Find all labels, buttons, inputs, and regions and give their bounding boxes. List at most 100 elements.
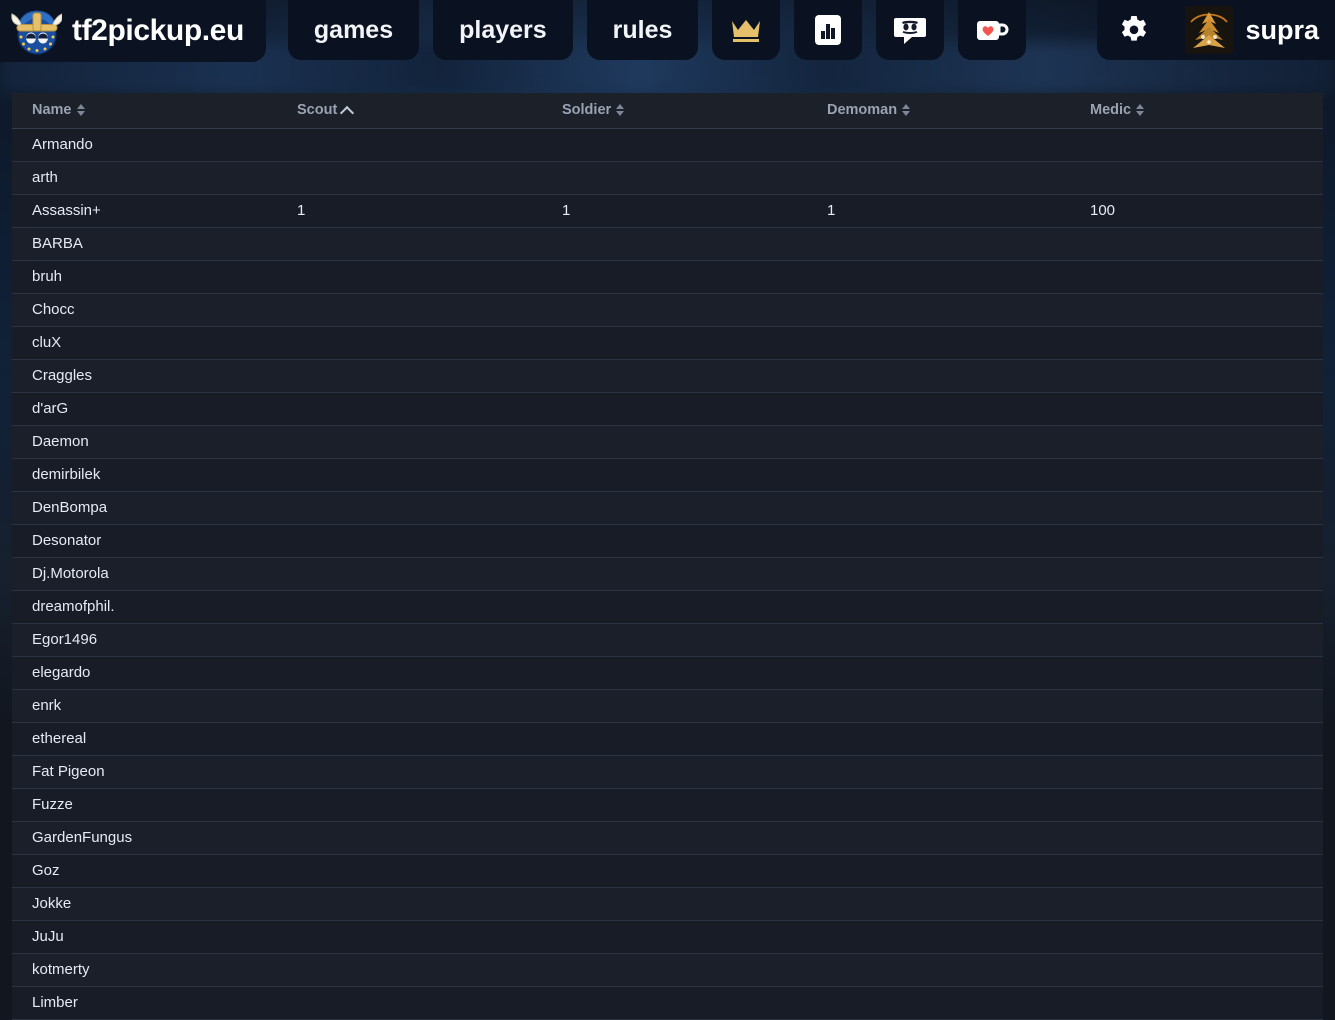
table-row[interactable]: cluX [12,327,1323,360]
player-soldier-cell [562,294,827,327]
nav-item-players[interactable]: players [433,0,573,60]
player-medic-cell: 100 [1090,195,1323,228]
player-demoman-cell [827,360,1090,393]
discord-icon [893,15,927,45]
nav-item-hall-of-fame[interactable] [712,0,780,60]
brand-home-link[interactable]: tf2pickup.eu [0,0,266,62]
table-row[interactable]: GardenFungus [12,822,1323,855]
player-medic-cell [1090,954,1323,987]
sort-both-icon [77,103,86,117]
player-medic-cell [1090,822,1323,855]
column-header-demoman[interactable]: Demoman [827,93,1090,129]
player-demoman-cell [827,624,1090,657]
column-header-medic[interactable]: Medic [1090,93,1323,129]
table-row[interactable]: kotmerty [12,954,1323,987]
table-row[interactable]: bruh [12,261,1323,294]
player-scout-cell [297,855,562,888]
table-row[interactable]: ethereal [12,723,1323,756]
player-soldier-cell [562,327,827,360]
player-soldier-cell [562,492,827,525]
table-row[interactable]: dreamofphil. [12,591,1323,624]
table-row[interactable]: Assassin+111100 [12,195,1323,228]
table-row[interactable]: Daemon [12,426,1323,459]
table-row[interactable]: arth [12,162,1323,195]
sort-both-icon [902,103,911,117]
nav-item-donate[interactable] [958,0,1026,60]
player-scout-cell [297,228,562,261]
viking-eu-logo-icon [10,5,62,57]
player-scout-cell [297,690,562,723]
table-row[interactable]: enrk [12,690,1323,723]
player-soldier-cell [562,657,827,690]
player-scout-cell [297,558,562,591]
player-demoman-cell [827,162,1090,195]
column-header-soldier-label: Soldier [562,102,611,118]
column-header-scout[interactable]: Scout [297,93,562,129]
nav-item-rules[interactable]: rules [587,0,699,60]
player-name-cell: BARBA [12,228,297,261]
player-soldier-cell [562,459,827,492]
player-soldier-cell [562,393,827,426]
table-row[interactable]: Fat Pigeon [12,756,1323,789]
statistics-icon [813,14,843,46]
table-row[interactable]: demirbilek [12,459,1323,492]
player-medic-cell [1090,558,1323,591]
player-soldier-cell [562,888,827,921]
player-medic-cell [1090,525,1323,558]
table-row[interactable]: JuJu [12,921,1323,954]
player-demoman-cell [827,426,1090,459]
player-scout-cell [297,954,562,987]
player-name-cell: enrk [12,690,297,723]
player-demoman-cell [827,459,1090,492]
nav-item-discord[interactable] [876,0,944,60]
user-menu[interactable]: supra [1171,0,1335,60]
player-name-cell: kotmerty [12,954,297,987]
column-header-name[interactable]: Name [12,93,297,129]
table-row[interactable]: Goz [12,855,1323,888]
player-soldier-cell [562,822,827,855]
player-name-cell: d'arG [12,393,297,426]
table-row[interactable]: Limber [12,987,1323,1020]
player-medic-cell [1090,459,1323,492]
nav-item-statistics[interactable] [794,0,862,60]
player-soldier-cell [562,129,827,162]
table-row[interactable]: d'arG [12,393,1323,426]
player-soldier-cell [562,558,827,591]
player-medic-cell [1090,723,1323,756]
column-header-soldier[interactable]: Soldier [562,93,827,129]
player-demoman-cell [827,789,1090,822]
player-medic-cell [1090,327,1323,360]
table-row[interactable]: Craggles [12,360,1323,393]
table-row[interactable]: DenBompa [12,492,1323,525]
nav-item-games[interactable]: games [288,0,419,60]
table-row[interactable]: Dj.Motorola [12,558,1323,591]
player-medic-cell [1090,624,1323,657]
nav-item-settings[interactable] [1097,0,1171,60]
player-soldier-cell [562,162,827,195]
table-header-row: Name Scout Soldier [12,93,1323,129]
player-scout-cell [297,822,562,855]
table-row[interactable]: Armando [12,129,1323,162]
player-scout-cell [297,492,562,525]
player-soldier-cell [562,855,827,888]
player-soldier-cell [562,954,827,987]
player-demoman-cell [827,690,1090,723]
player-demoman-cell [827,591,1090,624]
gear-icon [1119,15,1149,45]
table-row[interactable]: Fuzze [12,789,1323,822]
table-row[interactable]: Desonator [12,525,1323,558]
player-name-cell: JuJu [12,921,297,954]
player-medic-cell [1090,228,1323,261]
table-row[interactable]: Chocc [12,294,1323,327]
table-row[interactable]: Jokke [12,888,1323,921]
player-soldier-cell [562,756,827,789]
table-row[interactable]: elegardo [12,657,1323,690]
player-name-cell: ethereal [12,723,297,756]
table-row[interactable]: BARBA [12,228,1323,261]
player-soldier-cell [562,426,827,459]
kofi-heart-cup-icon [975,16,1009,44]
table-row[interactable]: Egor1496 [12,624,1323,657]
player-name-cell: bruh [12,261,297,294]
player-medic-cell [1090,393,1323,426]
player-scout-cell [297,591,562,624]
